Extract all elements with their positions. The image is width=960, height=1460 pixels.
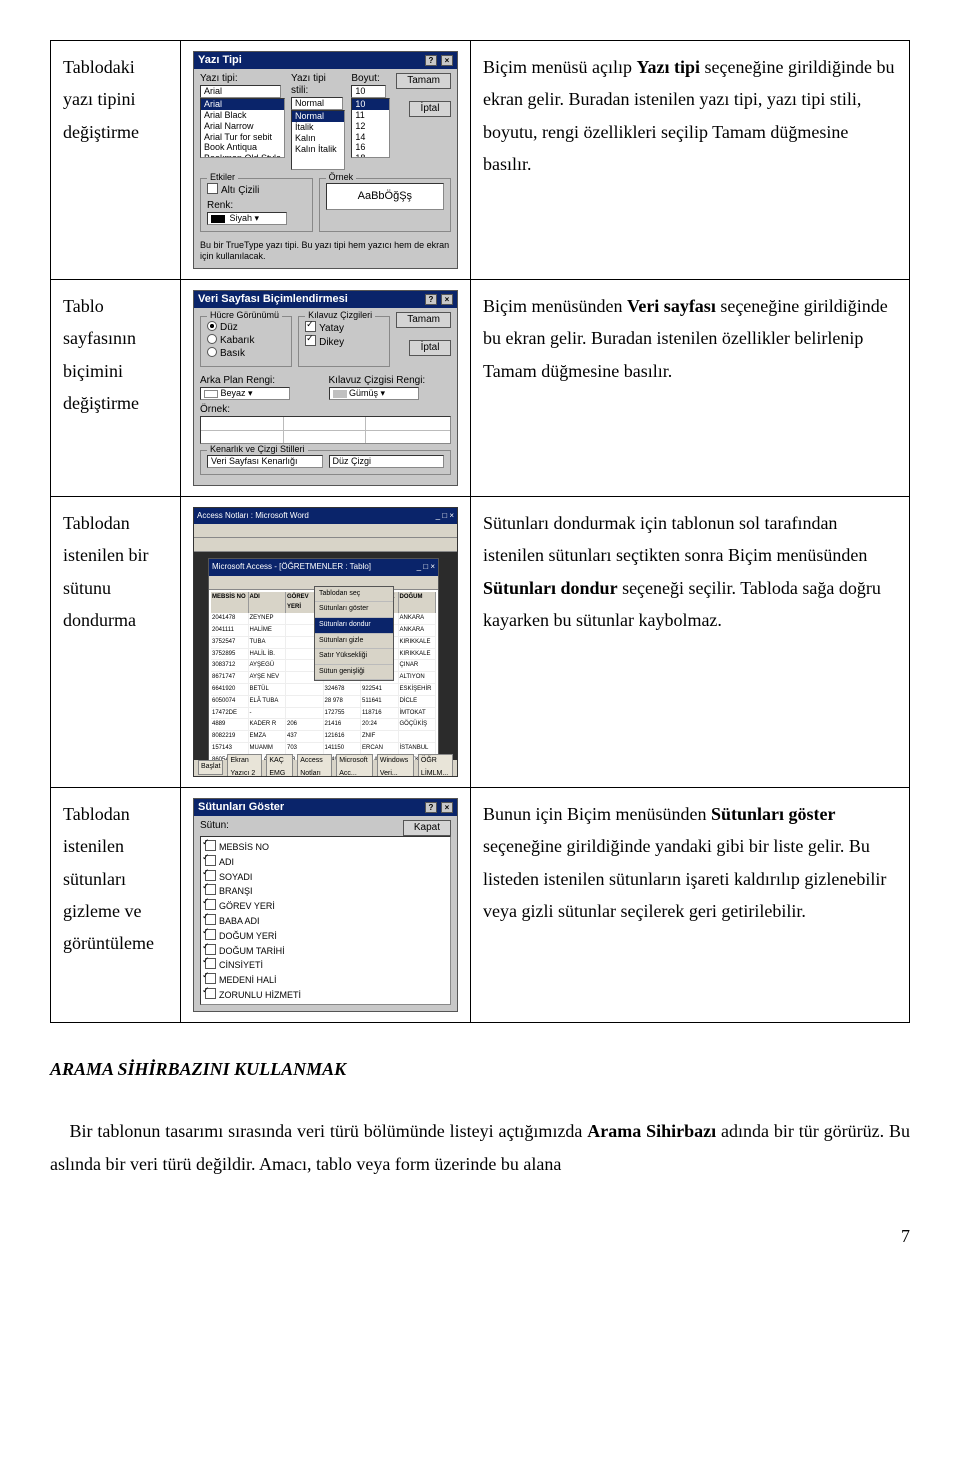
row-show-columns: Tablodan istenilen sütunları gizleme ve … xyxy=(51,787,910,1022)
row4-label: Tablodan istenilen sütunları gizleme ve … xyxy=(51,787,181,1022)
bottom-paragraph: Bir tablonun tasarımı sırasında veri tür… xyxy=(50,1115,910,1180)
row-datasheet-format: Tablo sayfasının biçimini değiştirme Ver… xyxy=(51,279,910,496)
close-button[interactable]: Kapat xyxy=(403,820,451,836)
radio-flat[interactable]: Düz xyxy=(207,321,285,334)
font-field[interactable]: Arial xyxy=(200,85,281,98)
close-icon[interactable]: × xyxy=(441,294,453,305)
row3-dialog-cell: Access Notları : Microsoft Word _ □ × Mi… xyxy=(181,496,471,787)
sample-preview: AaBbÖğŞş xyxy=(326,183,444,210)
show-columns-dialog: Sütunları Göster ? × Sütun: Kapat MEBSİS… xyxy=(193,798,458,1012)
row4-description: Bunun için Biçim menüsünden Sütunları gö… xyxy=(471,787,910,1022)
ok-button[interactable]: Tamam xyxy=(396,73,451,89)
datasheet-dialog-title: Veri Sayfası Biçimlendirmesi xyxy=(198,293,348,306)
access-window: Access Notları : Microsoft Word _ □ × Mi… xyxy=(193,507,458,777)
row-freeze-column: Tablodan istenilen bir sütunu dondurma A… xyxy=(51,496,910,787)
datasheet-dialog: Veri Sayfası Biçimlendirmesi ? × Hücre G… xyxy=(193,290,458,486)
row2-dialog-cell: Veri Sayfası Biçimlendirmesi ? × Hücre G… xyxy=(181,279,471,496)
help-icon[interactable]: ? xyxy=(425,55,437,66)
font-field-label: Yazı tipi: xyxy=(200,73,285,85)
radio-raised[interactable]: Kabarık xyxy=(207,334,285,347)
taskbar: BaşlatEkran Yazıcı 2KAÇ EMGAccess Notlar… xyxy=(194,760,457,776)
row1-description: Biçim menüsü açılıp Yazı tipi seçeneğine… xyxy=(471,41,910,280)
show-columns-dialog-title: Sütunları Göster xyxy=(198,801,284,814)
color-field[interactable]: Siyah ▾ xyxy=(207,212,287,225)
row-font-change: Tablodaki yazı tipini değiştirme Yazı Ti… xyxy=(51,41,910,280)
font-dialog-titlebar: Yazı Tipi ? × xyxy=(194,52,457,69)
row3-label: Tablodan istenilen bir sütunu dondurma xyxy=(51,496,181,787)
content-table: Tablodaki yazı tipini değiştirme Yazı Ti… xyxy=(50,40,910,1023)
row3-description: Sütunları dondurmak için tablonun sol ta… xyxy=(471,496,910,787)
font-dialog-title: Yazı Tipi xyxy=(198,54,242,67)
size-listbox[interactable]: 10 11 12 14 16 18 20 xyxy=(351,98,390,158)
ok-button[interactable]: Tamam xyxy=(396,312,451,328)
close-icon[interactable]: × xyxy=(441,55,453,66)
access-toolbar xyxy=(194,524,457,538)
row2-description: Biçim menüsünden Veri sayfası seçeneğine… xyxy=(471,279,910,496)
row1-dialog-cell: Yazı Tipi ? × Yazı tipi: Arial Arial Ari… xyxy=(181,41,471,280)
radio-sunken[interactable]: Basık xyxy=(207,347,285,360)
context-menu[interactable]: Tablodan seçSütunları gösterSütunları do… xyxy=(314,586,394,682)
datasheet-dialog-titlebar: Veri Sayfası Biçimlendirmesi ? × xyxy=(194,291,457,308)
columns-listbox[interactable]: MEBSİS NOADISOYADIBRANŞIGÖREV YERİBABA A… xyxy=(200,836,451,1005)
cancel-button[interactable]: İptal xyxy=(409,340,451,356)
style-field-label: Yazı tipi stili: xyxy=(291,73,345,97)
font-dialog-note: Bu bir TrueType yazı tipi. Bu yazı tipi … xyxy=(200,240,451,262)
border-select-2[interactable]: Düz Çizgi xyxy=(329,455,445,468)
access-toolbar xyxy=(194,538,457,552)
chk-horizontal[interactable]: Yatay xyxy=(305,321,383,335)
bg-color-field[interactable]: Beyaz ▾ xyxy=(200,387,290,400)
show-columns-dialog-titlebar: Sütunları Göster ? × xyxy=(194,799,457,816)
section-heading: ARAMA SİHİRBAZINI KULLANMAK xyxy=(50,1053,910,1085)
size-field[interactable]: 10 xyxy=(351,85,386,98)
chk-vertical[interactable]: Dikey xyxy=(305,335,383,349)
cancel-button[interactable]: İptal xyxy=(409,101,451,117)
border-select-1[interactable]: Veri Sayfası Kenarlığı xyxy=(207,455,323,468)
style-field[interactable]: Normal xyxy=(291,97,343,110)
sample-grid xyxy=(200,416,451,444)
style-listbox[interactable]: Normal İtalik Kalın Kalın İtalik xyxy=(291,110,345,170)
size-field-label: Boyut: xyxy=(351,73,390,85)
row4-dialog-cell: Sütunları Göster ? × Sütun: Kapat MEBSİS… xyxy=(181,787,471,1022)
font-listbox[interactable]: Arial Arial Black Arial Narrow Arial Tur… xyxy=(200,98,285,158)
help-icon[interactable]: ? xyxy=(425,294,437,305)
row2-label: Tablo sayfasının biçimini değiştirme xyxy=(51,279,181,496)
close-icon[interactable]: × xyxy=(441,802,453,813)
page-number: 7 xyxy=(50,1220,910,1252)
font-dialog: Yazı Tipi ? × Yazı tipi: Arial Arial Ari… xyxy=(193,51,458,269)
underline-checkbox[interactable]: Altı Çizili xyxy=(207,183,306,197)
access-app-title: Access Notları : Microsoft Word xyxy=(197,509,309,523)
row1-label: Tablodaki yazı tipini değiştirme xyxy=(51,41,181,280)
grid-color-field[interactable]: Gümüş ▾ xyxy=(329,387,419,400)
help-icon[interactable]: ? xyxy=(425,802,437,813)
access-inner-title: Microsoft Access - [ÖĞRETMENLER : Tablo] xyxy=(212,560,371,574)
